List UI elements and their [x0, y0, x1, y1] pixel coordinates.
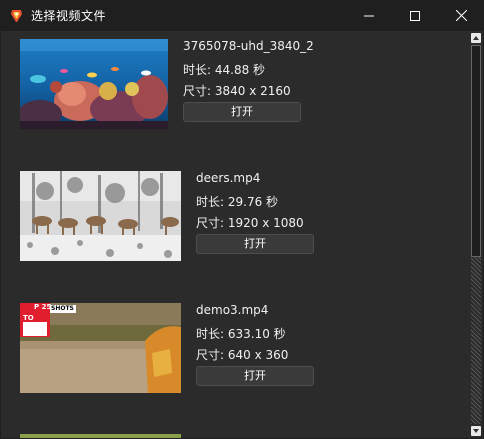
open-button[interactable]: 打开 [183, 102, 301, 122]
video-filename: 3765078-uhd_3840_2160 [183, 39, 313, 53]
thumbnail-text: SHOTS [51, 305, 74, 312]
video-duration: 时长: 29.76 秒 [196, 195, 279, 209]
video-size: 尺寸: 3840 x 2160 [183, 84, 291, 98]
minimize-button[interactable] [346, 0, 392, 31]
video-filename: deers.mp4 [196, 171, 261, 185]
video-duration: 时长: 633.10 秒 [196, 327, 286, 341]
open-button[interactable]: 打开 [196, 366, 314, 386]
app-logo-icon [10, 8, 23, 22]
vertical-scrollbar[interactable] [469, 31, 483, 438]
scrollbar-thumb[interactable] [471, 45, 481, 257]
scroll-up-button[interactable] [471, 33, 481, 43]
maximize-button[interactable] [392, 0, 438, 31]
minimize-icon [364, 15, 374, 16]
video-item: deers.mp4 时长: 29.76 秒 尺寸: 1920 x 1080 打开 [1, 163, 469, 273]
thumbnail-text: P 25 [34, 303, 52, 311]
video-item: 3765078-uhd_3840_2160 时长: 44.88 秒 尺寸: 38… [1, 31, 469, 141]
scroll-down-button[interactable] [471, 426, 481, 436]
window-title: 选择视频文件 [31, 9, 107, 23]
video-filename: demo3.mp4 [196, 303, 269, 317]
video-thumbnail[interactable]: P 25 SHOTS TO [20, 303, 181, 393]
open-button[interactable]: 打开 [196, 234, 314, 254]
video-thumbnail[interactable] [20, 39, 168, 129]
close-icon [455, 10, 467, 21]
maximize-icon [410, 10, 420, 21]
video-duration: 时长: 44.88 秒 [183, 63, 266, 77]
video-size: 尺寸: 640 x 360 [196, 348, 289, 362]
thumbnail-text: TO [23, 314, 34, 322]
title-bar: 选择视频文件 [0, 0, 484, 31]
video-thumbnail[interactable] [20, 171, 181, 261]
close-button[interactable] [438, 0, 484, 31]
video-item: P 25 SHOTS TO demo3.mp4 时长: 633.10 秒 尺寸:… [1, 295, 469, 405]
video-list[interactable]: 3765078-uhd_3840_2160 时长: 44.88 秒 尺寸: 38… [1, 31, 483, 438]
video-size: 尺寸: 1920 x 1080 [196, 216, 304, 230]
video-thumbnail[interactable] [20, 434, 181, 438]
